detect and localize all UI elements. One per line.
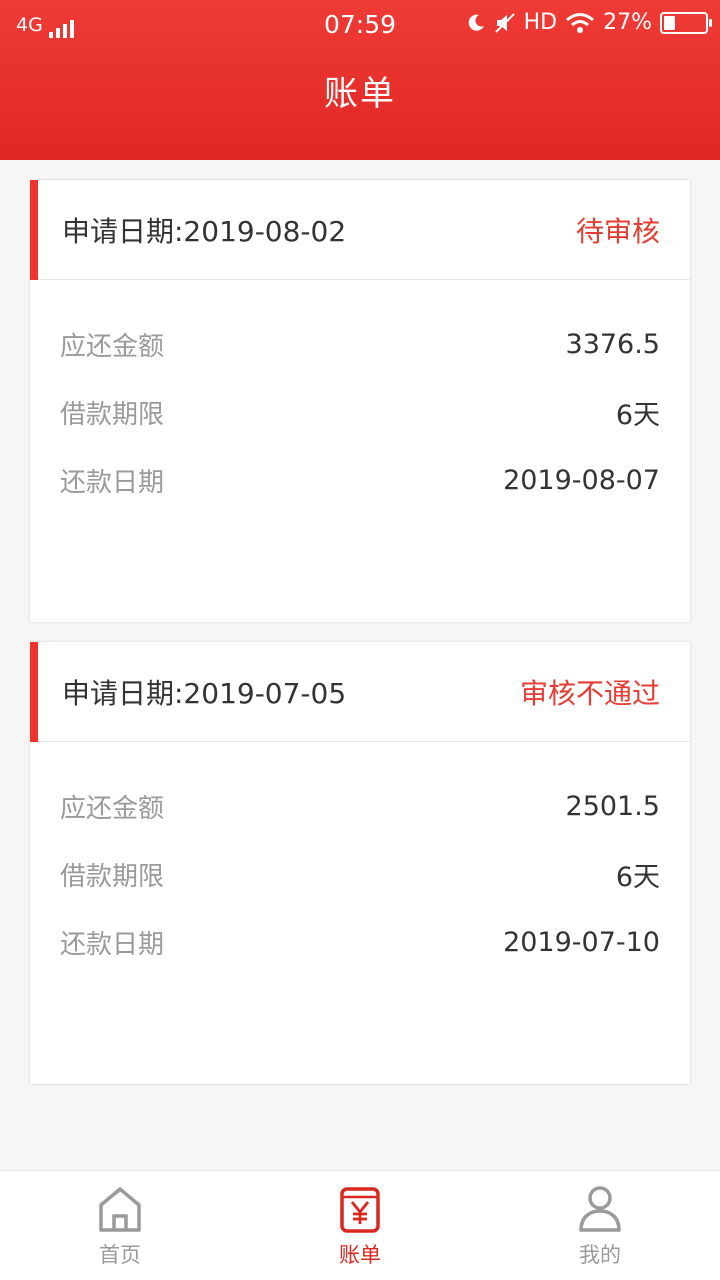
wifi-icon	[566, 12, 595, 33]
user-icon	[579, 1186, 621, 1232]
tab-home[interactable]: 首页	[0, 1171, 240, 1280]
tab-label: 首页	[99, 1243, 141, 1267]
bill-row: 还款日期 2019-07-10	[60, 908, 660, 976]
row-label: 借款期限	[60, 399, 165, 430]
row-label: 应还金额	[60, 793, 165, 824]
tab-bill[interactable]: 账单	[240, 1171, 480, 1280]
app-header: 4G 07:59 HD 27% 账单	[0, 0, 720, 160]
apply-date: 申请日期:2019-07-05	[62, 676, 347, 710]
bill-card-body: 应还金额 3376.5 借款期限 6天 还款日期 2019-08-07	[30, 280, 690, 622]
row-label: 还款日期	[60, 467, 165, 498]
row-value: 2019-07-10	[503, 926, 660, 958]
row-label: 应还金额	[60, 331, 165, 362]
moon-icon	[468, 14, 484, 31]
row-label: 借款期限	[60, 861, 165, 892]
bill-row: 应还金额 2501.5	[60, 772, 660, 840]
bill-status: 审核不通过	[519, 676, 660, 710]
bill-row: 还款日期 2019-08-07	[60, 446, 660, 514]
bottom-tab-bar: 首页 账单 我的	[0, 1170, 720, 1280]
bill-row: 应还金额 3376.5	[60, 310, 660, 378]
row-value: 2019-08-07	[503, 464, 660, 496]
tab-label: 账单	[339, 1243, 381, 1267]
row-value: 6天	[615, 861, 660, 893]
bill-card-header: 申请日期:2019-08-02 待审核	[30, 180, 690, 280]
row-value: 3376.5	[565, 328, 660, 360]
home-icon	[99, 1187, 141, 1232]
tab-label: 我的	[579, 1243, 621, 1267]
status-bar: 4G 07:59 HD 27%	[0, 0, 720, 50]
hd-label: HD	[523, 10, 558, 35]
row-label: 还款日期	[60, 929, 165, 960]
bill-card-body: 应还金额 2501.5 借款期限 6天 还款日期 2019-07-10	[30, 742, 690, 1084]
bill-card[interactable]: 申请日期:2019-07-05 审核不通过 应还金额 2501.5 借款期限 6…	[30, 642, 690, 1084]
battery-icon	[660, 11, 712, 34]
bill-status: 待审核	[575, 214, 660, 248]
mute-icon	[494, 12, 515, 33]
battery-percent: 27%	[603, 10, 652, 35]
bill-row: 借款期限 6天	[60, 378, 660, 446]
bill-icon	[340, 1187, 380, 1233]
bill-card[interactable]: 申请日期:2019-08-02 待审核 应还金额 3376.5 借款期限 6天 …	[30, 180, 690, 622]
bill-card-header: 申请日期:2019-07-05 审核不通过	[30, 642, 690, 742]
page-title: 账单	[324, 74, 396, 114]
row-value: 6天	[615, 399, 660, 431]
apply-date: 申请日期:2019-08-02	[62, 214, 347, 248]
tab-mine[interactable]: 我的	[480, 1171, 720, 1280]
bill-row: 借款期限 6天	[60, 840, 660, 908]
row-value: 2501.5	[565, 790, 660, 822]
